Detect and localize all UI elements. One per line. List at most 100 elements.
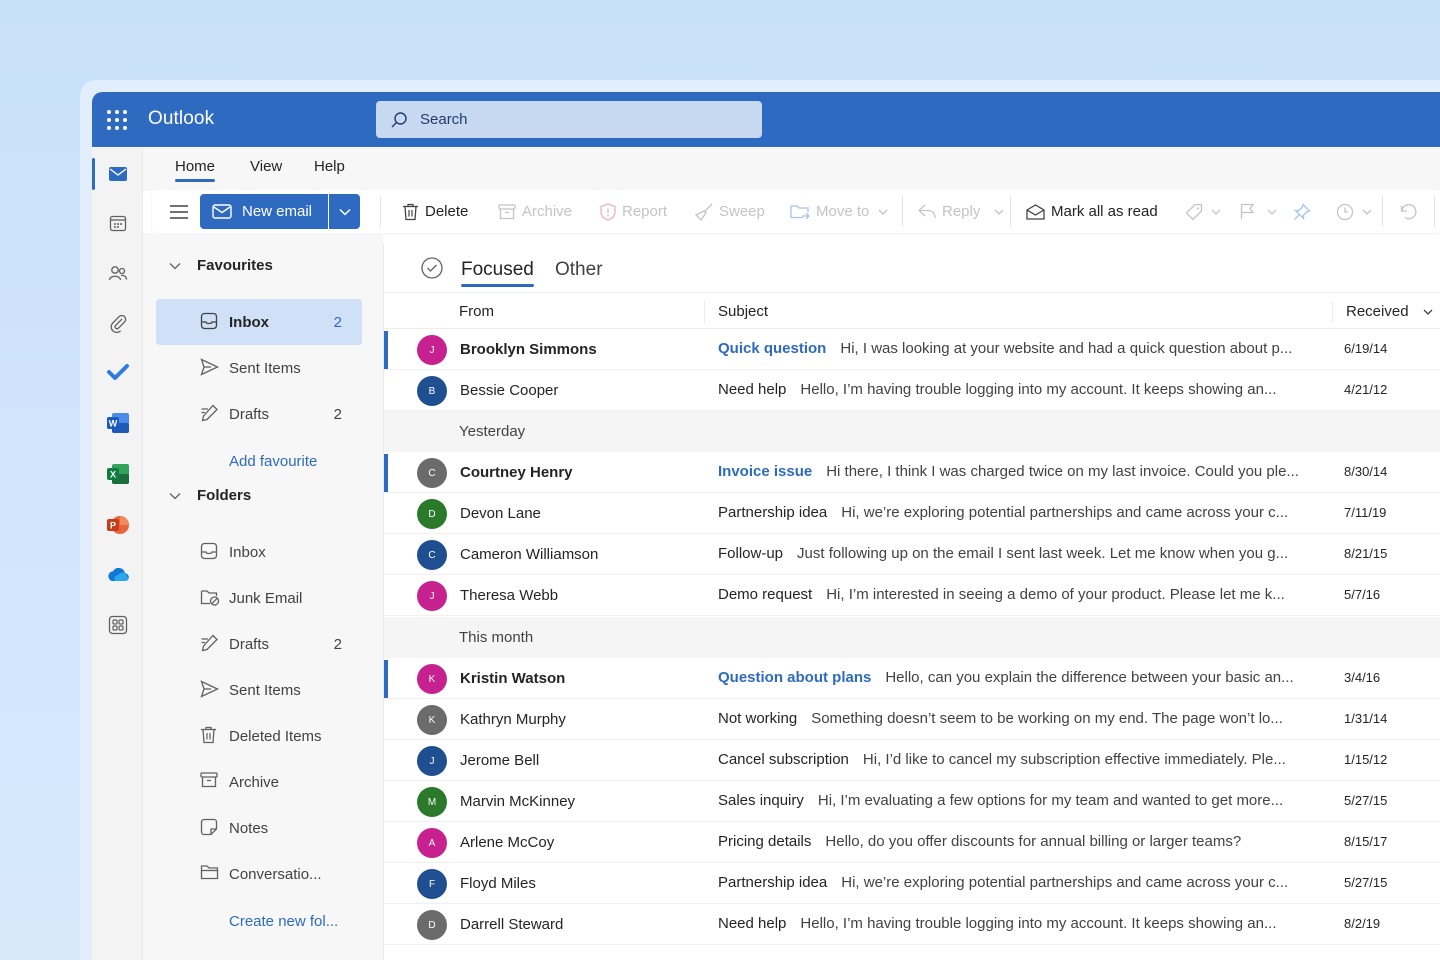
excel-icon: X bbox=[106, 464, 129, 484]
folder-drafts[interactable]: Drafts 2 bbox=[156, 621, 362, 667]
folder-archive[interactable]: Archive bbox=[156, 759, 362, 805]
pin-button[interactable] bbox=[1293, 190, 1317, 233]
folder-notes[interactable]: Notes bbox=[156, 805, 362, 851]
categorize-button[interactable] bbox=[1185, 190, 1227, 233]
received-date: 3/4/16 bbox=[1344, 670, 1381, 685]
favourite-inbox[interactable]: Inbox 2 bbox=[156, 299, 362, 345]
delete-button[interactable]: Delete bbox=[402, 190, 468, 233]
snooze-button[interactable] bbox=[1336, 190, 1378, 233]
rail-todo[interactable] bbox=[92, 352, 143, 392]
move-to-label: Move to bbox=[816, 203, 870, 220]
subject-line: Follow-up Just following up on the email … bbox=[718, 545, 1312, 562]
flag-button[interactable] bbox=[1240, 190, 1283, 233]
message-row[interactable]: K Kristin Watson Question about plans Hello… bbox=[384, 658, 1440, 699]
rail-powerpoint[interactable]: P bbox=[92, 505, 143, 545]
folder-label: Archive bbox=[229, 773, 280, 791]
message-row[interactable]: C Courtney Henry Invoice issue Hi there, I … bbox=[384, 452, 1440, 493]
new-email-dropdown[interactable] bbox=[329, 194, 360, 229]
preview: Hello, I’m having trouble logging into m… bbox=[800, 381, 1277, 398]
subject-line: Cancel subscription Hi, I’d like to cance… bbox=[718, 751, 1312, 768]
message-row[interactable]: M Marvin McKinney Sales inquiry Hi, I’m eva… bbox=[384, 781, 1440, 822]
column-subject[interactable]: Subject bbox=[718, 303, 768, 320]
group-label: Yesterday bbox=[459, 423, 526, 440]
word-icon: W bbox=[106, 413, 129, 433]
rail-mail[interactable] bbox=[92, 154, 143, 194]
search-box[interactable] bbox=[376, 101, 762, 138]
favourite-sent-items[interactable]: Sent Items bbox=[156, 345, 362, 391]
message-row[interactable]: B Bessie Cooper Need help Hello, I’m having… bbox=[384, 370, 1440, 411]
column-from[interactable]: From bbox=[459, 303, 494, 320]
rail-files[interactable] bbox=[92, 304, 143, 344]
send-icon bbox=[200, 680, 219, 698]
sweep-button[interactable]: Sweep bbox=[695, 190, 765, 233]
message-row[interactable]: D Darrell Steward Need help Hello, I’m havi… bbox=[384, 904, 1440, 945]
tab-other[interactable]: Other bbox=[555, 259, 603, 281]
column-received[interactable]: Received bbox=[1346, 303, 1433, 320]
folder-pane: Favourites Inbox 2 Sent Items Drafts 2 A… bbox=[143, 233, 383, 960]
app-launcher-icon[interactable] bbox=[107, 110, 127, 130]
unread-count: 2 bbox=[333, 313, 342, 331]
message-row[interactable]: J Jerome Bell Cancel subscription Hi, I’d l… bbox=[384, 740, 1440, 781]
message-row[interactable]: C Cameron Williamson Follow-up Just followi… bbox=[384, 534, 1440, 575]
people-icon bbox=[108, 266, 127, 281]
folders-header[interactable]: Folders bbox=[169, 487, 251, 504]
folder-sent-items[interactable]: Sent Items bbox=[156, 667, 362, 713]
folder-deleted-items[interactable]: Deleted Items bbox=[156, 713, 362, 759]
message-row[interactable]: A Arlene McCoy Pricing details Hello, do yo… bbox=[384, 822, 1440, 863]
subject: Quick question bbox=[718, 340, 827, 357]
favourite-drafts[interactable]: Drafts 2 bbox=[156, 391, 362, 437]
reply-button[interactable]: Reply bbox=[918, 190, 1010, 233]
archive-label: Archive bbox=[522, 203, 573, 220]
hamburger-icon bbox=[170, 204, 188, 219]
rail-more-apps[interactable] bbox=[92, 605, 143, 645]
report-label: Report bbox=[622, 203, 668, 220]
search-input[interactable] bbox=[420, 111, 740, 128]
tab-help[interactable]: Help bbox=[314, 158, 345, 175]
chevron-down-icon bbox=[1211, 209, 1221, 215]
rail-people[interactable] bbox=[92, 253, 143, 293]
received-date: 6/19/14 bbox=[1344, 341, 1388, 356]
favourites-header[interactable]: Favourites bbox=[169, 257, 273, 274]
folder-conversation-history[interactable]: Conversatio... bbox=[156, 851, 362, 897]
column-divider bbox=[704, 301, 705, 323]
subject: Demo request bbox=[718, 586, 813, 603]
rail-word[interactable]: W bbox=[92, 403, 143, 443]
select-all-icon[interactable] bbox=[421, 257, 443, 279]
move-to-button[interactable]: Move to bbox=[790, 190, 894, 233]
rail-excel[interactable]: X bbox=[92, 454, 143, 494]
subject: Need help bbox=[718, 381, 787, 398]
hamburger-menu-button[interactable] bbox=[170, 190, 194, 233]
app-rail: W X P bbox=[92, 147, 143, 960]
sender-name: Arlene McCoy bbox=[460, 834, 555, 851]
message-row[interactable]: F Floyd Miles Partnership idea Hi, we’re ex… bbox=[384, 863, 1440, 904]
mark-all-read-button[interactable]: Mark all as read bbox=[1026, 190, 1158, 233]
add-favourite-link[interactable]: Add favourite bbox=[229, 453, 317, 470]
junk-folder-icon bbox=[200, 590, 220, 606]
folder-inbox[interactable]: Inbox bbox=[156, 529, 362, 575]
undo-button[interactable] bbox=[1400, 190, 1424, 233]
rail-calendar[interactable] bbox=[92, 203, 143, 243]
create-new-folder-link[interactable]: Create new fol... bbox=[229, 913, 338, 930]
folder-junk-email[interactable]: Junk Email bbox=[156, 575, 362, 621]
archive-button[interactable]: Archive bbox=[498, 190, 572, 233]
tab-focused[interactable]: Focused bbox=[461, 259, 534, 287]
chevron-down-icon bbox=[169, 262, 181, 269]
drafts-icon bbox=[201, 404, 218, 422]
new-email-button[interactable]: New email bbox=[200, 194, 328, 229]
tab-home[interactable]: Home bbox=[175, 158, 216, 182]
tab-view[interactable]: View bbox=[250, 158, 282, 175]
report-button[interactable]: Report bbox=[600, 190, 667, 233]
toolbar-divider bbox=[1382, 196, 1383, 227]
message-row[interactable]: J Brooklyn Simmons Quick question Hi, I was… bbox=[384, 329, 1440, 370]
onedrive-icon bbox=[107, 567, 129, 581]
folder-icon bbox=[200, 865, 219, 880]
message-row[interactable]: D Devon Lane Partnership idea Hi, we’re exp… bbox=[384, 493, 1440, 534]
message-row[interactable]: J Theresa Webb Demo request Hi, I’m interes… bbox=[384, 575, 1440, 616]
svg-text:P: P bbox=[109, 521, 115, 531]
preview: Hi, I’m interested in seeing a demo of y… bbox=[826, 586, 1285, 603]
subject: Invoice issue bbox=[718, 463, 813, 480]
rail-onedrive[interactable] bbox=[92, 555, 143, 595]
mark-all-read-label: Mark all as read bbox=[1051, 203, 1158, 220]
avatar: J bbox=[417, 335, 447, 365]
message-row[interactable]: K Kathryn Murphy Not working Something does… bbox=[384, 699, 1440, 740]
